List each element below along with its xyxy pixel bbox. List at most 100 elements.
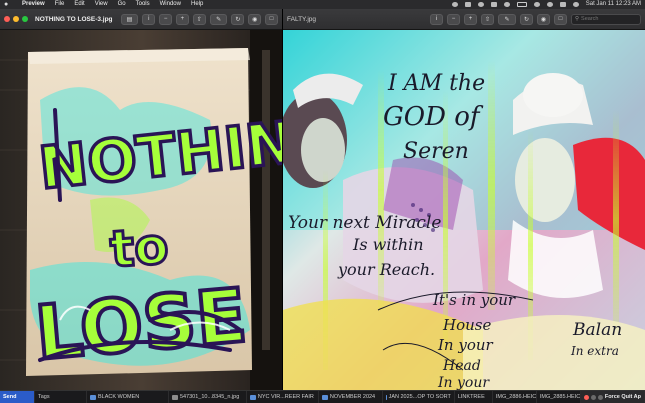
zoom-in-icon[interactable]: + [464, 13, 477, 25]
search-field[interactable]: ⚲ [571, 13, 641, 25]
search-input[interactable] [581, 16, 637, 22]
art-text: Balan [572, 320, 622, 340]
folder-item-november-2024[interactable]: NOVEMBER 2024 [319, 390, 383, 403]
folder-icon [249, 394, 256, 400]
battery-icon[interactable] [516, 2, 527, 7]
art-text: your Reach. [337, 260, 435, 279]
task-label: 547301_10...8345_n.jpg [179, 394, 240, 400]
bluetooth-icon[interactable] [477, 2, 484, 7]
image-canvas[interactable]: I AM the GOD of Seren Your next Miracle … [283, 30, 645, 390]
folder-item-linktree[interactable]: LINKTREE [455, 390, 493, 403]
preview-window-right[interactable]: FALTY.jpg i − + ⇧ ✎ ↻ ◉ □ ⚲ Search I AM … [283, 9, 645, 390]
art-text: In extra [570, 344, 619, 358]
fullscreen-icon[interactable] [22, 16, 28, 22]
zoom-out-icon[interactable]: − [447, 13, 460, 25]
fullscreen-icon[interactable] [597, 394, 603, 400]
file-item-img-2885[interactable]: IMG_2885.HEIC [537, 390, 581, 403]
menu-bar: ● Preview File Edit View Go Tools Window… [0, 0, 645, 9]
art-text: It's in your [432, 291, 516, 309]
window-titlebar[interactable]: NOTHING TO LOSE-3.jpg ▤ i − + ⇧ ✎ ↻ ◉ □ [0, 9, 282, 30]
rotate-icon[interactable]: ↻ [231, 13, 245, 25]
control-center-icon[interactable] [559, 2, 566, 7]
task-label: NOVEMBER 2024 [329, 394, 376, 400]
window-title: FALTY.jpg [287, 15, 317, 23]
apple-icon[interactable]: ● [4, 0, 12, 9]
rotate-icon[interactable]: ↻ [520, 13, 533, 25]
task-label: BLACK WOMEN [97, 394, 140, 400]
menu-window[interactable]: Window [160, 0, 181, 9]
status-app-icon[interactable] [464, 2, 471, 7]
siri-icon[interactable] [572, 2, 579, 7]
menu-file[interactable]: File [55, 0, 65, 9]
search-icon: ⚲ [575, 16, 580, 22]
art-text: House [442, 316, 491, 334]
task-label: IMG_2885.HEIC [539, 394, 581, 400]
share-icon[interactable]: ⇧ [481, 13, 494, 25]
task-label: JAN 2025...OP TO SORT [388, 394, 451, 400]
task-label: LINKTREE [457, 394, 485, 400]
force-quit-dialog-title[interactable]: Force Quit Ap [580, 390, 645, 403]
search-icon[interactable] [546, 2, 553, 7]
art-text: In your [437, 375, 490, 390]
image-file-icon [171, 394, 178, 400]
annotate-icon[interactable]: ◉ [248, 13, 262, 25]
share-icon[interactable]: ⇧ [192, 13, 206, 25]
art-text: In your [437, 336, 494, 354]
wifi-icon[interactable] [533, 2, 540, 7]
folder-icon [321, 394, 328, 400]
folder-item-nyc-career-fair[interactable]: NYC VIR...REER FAIR [247, 390, 319, 403]
preview-window-left[interactable]: NOTHING TO LOSE-3.jpg ▤ i − + ⇧ ✎ ↻ ◉ □ [0, 9, 283, 390]
menu-help[interactable]: Help [191, 0, 203, 9]
file-item-img-2886[interactable]: IMG_2886.HEIC [493, 390, 537, 403]
window-titlebar[interactable]: FALTY.jpg i − + ⇧ ✎ ↻ ◉ □ ⚲ [283, 9, 645, 30]
art-text: Head [442, 358, 481, 374]
markup-icon[interactable]: ✎ [209, 13, 228, 25]
folder-icon [385, 394, 387, 400]
info-icon[interactable]: i [142, 13, 156, 25]
close-icon[interactable] [4, 16, 10, 22]
menu-go[interactable]: Go [118, 0, 126, 9]
task-label: Tags [37, 394, 50, 400]
send-button[interactable]: Send [0, 390, 35, 403]
file-item-547301[interactable]: 547301_10...8345_n.jpg [169, 390, 247, 403]
markup-icon[interactable]: ✎ [498, 13, 516, 25]
task-label: Send [3, 394, 17, 400]
minimize-icon[interactable] [590, 394, 596, 400]
menu-app[interactable]: Preview [22, 0, 45, 9]
status-app-icon[interactable] [490, 2, 497, 7]
folder-icon [89, 394, 96, 400]
graffiti-artwork: NOTHIN to LOSE [0, 30, 282, 390]
collage-artwork: I AM the GOD of Seren Your next Miracle … [283, 30, 645, 390]
status-area: Sat Jan 11 12:23 AM [451, 0, 641, 9]
close-icon[interactable] [583, 394, 589, 400]
art-text: Seren [403, 139, 469, 164]
image-canvas[interactable]: NOTHIN to LOSE [0, 30, 282, 390]
force-quit-label: Force Quit Ap [604, 394, 641, 400]
crop-icon[interactable]: □ [554, 13, 567, 25]
minimize-icon[interactable] [13, 16, 19, 22]
art-text: Your next Miracle [288, 213, 441, 233]
file-item-tags[interactable]: Tags [35, 390, 87, 403]
task-label: NYC VIR...REER FAIR [257, 394, 314, 400]
menubar-clock[interactable]: Sat Jan 11 12:23 AM [586, 0, 641, 9]
menu-tools[interactable]: Tools [136, 0, 150, 9]
desktop-file-strip: Send Tags BLACK WOMEN 547301_10...8345_n… [0, 390, 645, 403]
zoom-in-icon[interactable]: + [176, 13, 189, 25]
annotate-icon[interactable]: ◉ [537, 13, 550, 25]
zoom-out-icon[interactable]: − [159, 13, 172, 25]
info-icon[interactable]: i [430, 13, 443, 25]
art-text: Is within [352, 235, 424, 254]
art-text: GOD of [383, 102, 484, 132]
sidebar-toggle-icon[interactable]: ▤ [120, 13, 139, 25]
art-text: I AM the [387, 71, 485, 96]
traffic-lights [4, 16, 28, 22]
crop-icon[interactable]: □ [265, 13, 278, 25]
window-title: NOTHING TO LOSE-3.jpg [35, 15, 113, 23]
folder-item-jan-2025[interactable]: JAN 2025...OP TO SORT [383, 390, 455, 403]
status-app-icon[interactable] [503, 2, 510, 7]
status-app-icon[interactable] [451, 2, 458, 7]
folder-item-black-women[interactable]: BLACK WOMEN [87, 390, 169, 403]
menu-edit[interactable]: Edit [74, 0, 84, 9]
art-text: to [108, 217, 170, 279]
menu-view[interactable]: View [95, 0, 108, 9]
